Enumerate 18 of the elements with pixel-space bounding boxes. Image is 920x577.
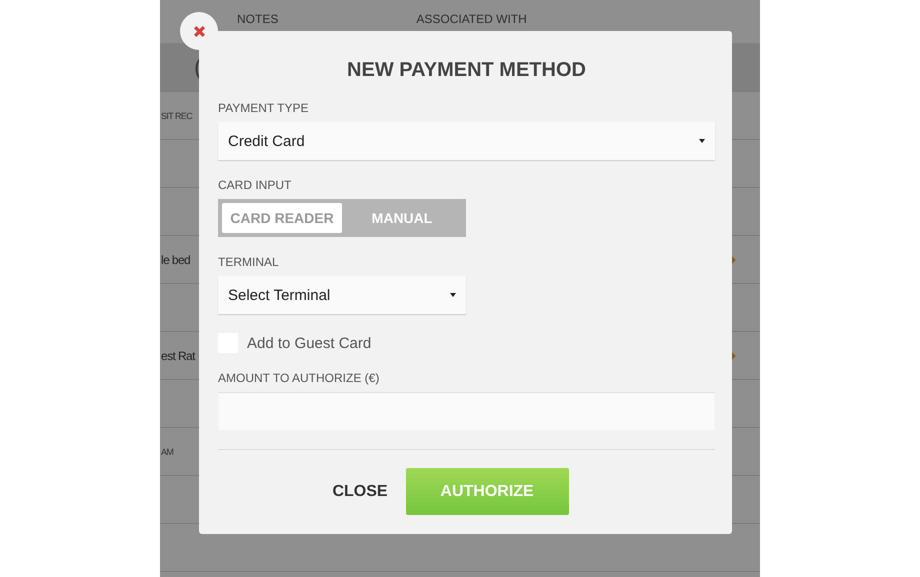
field-label: AMOUNT TO AUTHORIZE (€)	[218, 371, 380, 385]
field-label: TERMINAL	[218, 255, 280, 269]
payment-type-select[interactable]: Credit Card	[218, 122, 715, 160]
caret-icon	[699, 139, 705, 143]
caret-icon	[450, 293, 456, 297]
column-header: ASSOCIATED WITH	[416, 12, 527, 26]
row-text: est Rat	[160, 348, 195, 362]
checkbox-label: Add to Guest Card	[247, 334, 372, 352]
row-text: le bed	[160, 252, 190, 266]
terminal-select[interactable]: Select Terminal	[218, 276, 466, 314]
field-label: CARD INPUT	[218, 178, 292, 192]
dialog-title: NEW PAYMENT METHOD	[346, 59, 587, 83]
row-text: AM	[160, 446, 174, 456]
field-label: PAYMENT TYPE	[218, 101, 310, 115]
row-text: SIT REC	[160, 110, 192, 120]
column-header: NOTES	[237, 12, 278, 26]
close-button[interactable]: CLOSE	[332, 482, 388, 500]
amount-field[interactable]	[218, 392, 715, 430]
